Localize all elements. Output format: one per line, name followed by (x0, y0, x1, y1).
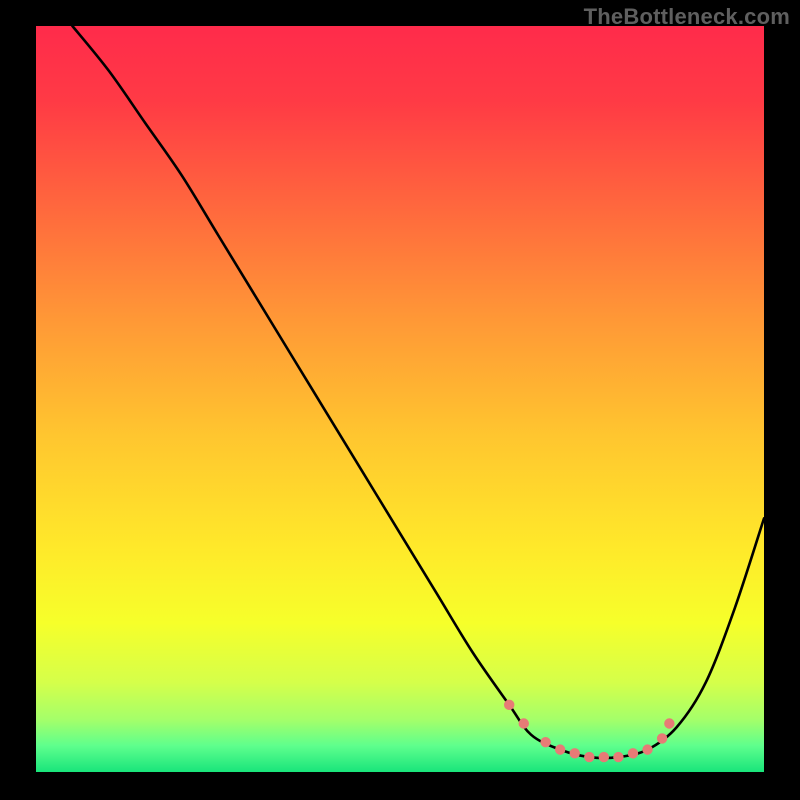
watermark-text: TheBottleneck.com (584, 4, 790, 30)
optimal-dot (642, 744, 652, 754)
optimal-dot (504, 700, 514, 710)
optimal-dot (584, 752, 594, 762)
optimal-dot (555, 744, 565, 754)
optimal-dot (613, 752, 623, 762)
optimal-dot (657, 733, 667, 743)
chart-stage: TheBottleneck.com (0, 0, 800, 800)
optimal-dot (599, 752, 609, 762)
bottleneck-chart (0, 0, 800, 800)
optimal-dot (664, 718, 674, 728)
optimal-dot (628, 748, 638, 758)
optimal-dot (570, 748, 580, 758)
optimal-dot (540, 737, 550, 747)
optimal-dot (519, 718, 529, 728)
plot-gradient-background (36, 26, 764, 772)
